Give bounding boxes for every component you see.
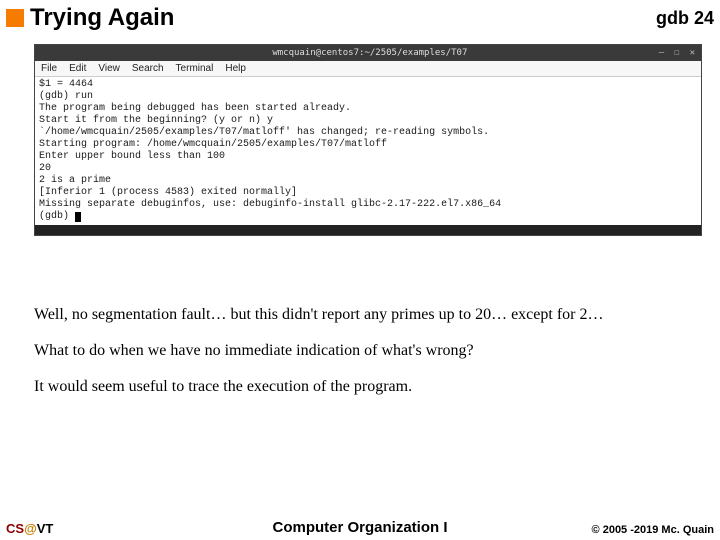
body-paragraph-1: Well, no segmentation fault… but this di… (34, 306, 686, 324)
terminal-body[interactable]: $1 = 4464 (gdb) run The program being de… (35, 77, 701, 225)
footer-course: Computer Organization I (272, 519, 447, 536)
maximize-icon[interactable]: ☐ (674, 48, 679, 58)
terminal-line: `/home/wmcquain/2505/examples/T07/matlof… (39, 127, 489, 138)
slide-section: gdb (656, 8, 689, 28)
slide-header: Trying Again gdb 24 (0, 0, 720, 40)
footer-at: @ (24, 521, 37, 536)
terminal-title: wmcquain@centos7:~/2505/examples/T07 (81, 48, 659, 58)
menu-file[interactable]: File (41, 63, 57, 74)
minimize-icon[interactable]: — (659, 48, 664, 58)
terminal-titlebar: wmcquain@centos7:~/2505/examples/T07 — ☐… (35, 45, 701, 61)
body-paragraph-3: It would seem useful to trace the execut… (34, 378, 686, 396)
footer-vt: VT (37, 521, 54, 536)
terminal-line: Starting program: /home/wmcquain/2505/ex… (39, 139, 387, 150)
terminal-menubar: File Edit View Search Terminal Help (35, 61, 701, 77)
slide-title: Trying Again (30, 4, 656, 32)
footer-copyright: © 2005 -2019 Mc. Quain (592, 524, 714, 536)
body-paragraph-2: What to do when we have no immediate ind… (34, 342, 686, 360)
terminal-line: (gdb) run (39, 91, 93, 102)
cursor-icon (75, 212, 81, 222)
terminal-line: (gdb) (39, 211, 75, 222)
menu-help[interactable]: Help (225, 63, 246, 74)
accent-square-icon (6, 9, 24, 27)
slide-footer: CS@VT Computer Organization I © 2005 -20… (0, 521, 720, 536)
terminal-line: The program being debugged has been star… (39, 103, 351, 114)
slide-tag: gdb 24 (656, 8, 714, 29)
menu-terminal[interactable]: Terminal (176, 63, 214, 74)
menu-edit[interactable]: Edit (69, 63, 86, 74)
terminal-line: $1 = 4464 (39, 79, 93, 90)
terminal-line: Missing separate debuginfos, use: debugi… (39, 199, 501, 210)
terminal-line: 20 (39, 163, 51, 174)
terminal-footer-bar (35, 225, 701, 235)
terminal-line: [Inferior 1 (process 4583) exited normal… (39, 187, 297, 198)
window-controls: — ☐ ✕ (659, 48, 695, 58)
footer-cs: CS (6, 521, 24, 536)
footer-left: CS@VT (6, 521, 53, 536)
slide-number: 24 (694, 8, 714, 28)
terminal-line: 2 is a prime (39, 175, 111, 186)
menu-view[interactable]: View (98, 63, 120, 74)
close-icon[interactable]: ✕ (690, 48, 695, 58)
terminal-line: Enter upper bound less than 100 (39, 151, 225, 162)
terminal-line: Start it from the beginning? (y or n) y (39, 115, 273, 126)
menu-search[interactable]: Search (132, 63, 164, 74)
terminal-window: wmcquain@centos7:~/2505/examples/T07 — ☐… (34, 44, 702, 236)
slide-body: Well, no segmentation fault… but this di… (0, 306, 720, 396)
